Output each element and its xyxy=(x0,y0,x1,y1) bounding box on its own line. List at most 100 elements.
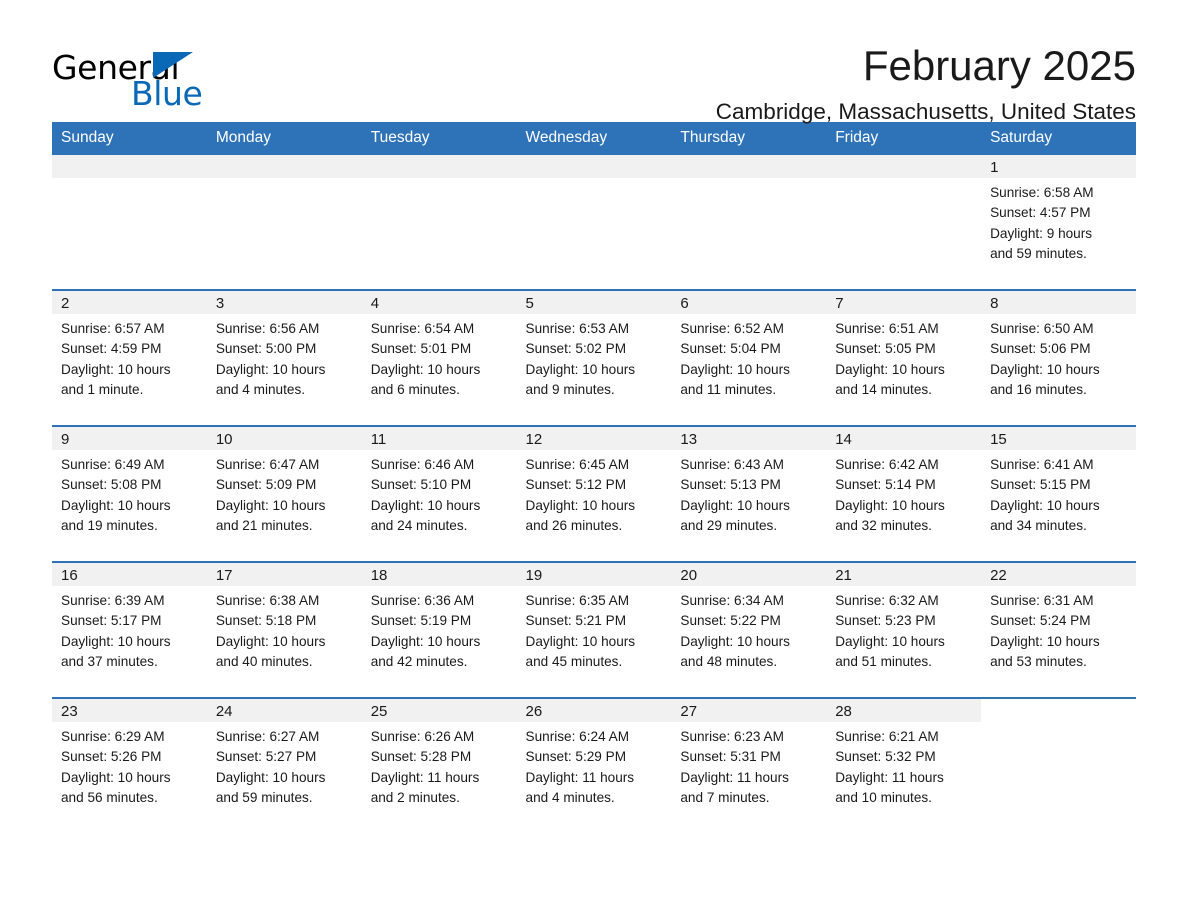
calendar-empty-cell xyxy=(516,155,672,290)
sunset-time: Sunset: 5:14 PM xyxy=(835,477,936,493)
daylight-duration-line2: and 26 minutes. xyxy=(525,517,623,533)
calendar-day-cell[interactable]: 8 Sunrise: 6:50 AM Sunset: 5:06 PM Daylight… xyxy=(981,289,1136,426)
sunrise-time: Sunrise: 6:34 AM xyxy=(680,593,784,608)
daylight-duration-line2: and 6 minutes. xyxy=(370,381,460,397)
day-number: 8 xyxy=(981,291,1136,314)
day-cell-content: 7 Sunrise: 6:51 AM Sunset: 5:05 PM Daylight… xyxy=(826,291,982,425)
sunrise-time: Sunrise: 6:36 AM xyxy=(370,593,475,608)
page-title: February 2025 xyxy=(862,42,1136,89)
calendar-day-cell[interactable]: 21 Sunrise: 6:32 AM Sunset: 5:23 PM Dayligh… xyxy=(826,561,982,698)
calendar-day-cell[interactable]: 19 Sunrise: 6:35 AM Sunset: 5:21 PM Dayligh… xyxy=(516,561,672,698)
sunset-time: Sunset: 5:08 PM xyxy=(61,477,162,493)
calendar-day-cell[interactable]: 12 Sunrise: 6:45 AM Sunset: 5:12 PM Dayligh… xyxy=(516,425,672,562)
calendar-day-cell[interactable]: 1 Sunrise: 6:58 AM Sunset: 4:57 PM Daylight… xyxy=(981,155,1136,290)
day-cell-content: 15 Sunrise: 6:41 AM Sunset: 5:15 PM Dayligh… xyxy=(981,427,1136,561)
day-sun-info: Sunrise: 6:57 AM Sunset: 4:59 PM Daylight:… xyxy=(52,314,207,400)
calendar-day-cell[interactable]: 2 Sunrise: 6:57 AM Sunset: 4:59 PM Daylight… xyxy=(52,289,207,426)
day-number: 15 xyxy=(981,427,1136,450)
day-cell-content: 5 Sunrise: 6:53 AM Sunset: 5:02 PM Daylight… xyxy=(516,291,672,425)
calendar-day-cell[interactable]: 27 Sunrise: 6:23 AM Sunset: 5:31 PM Dayligh… xyxy=(671,697,827,833)
daylight-duration-line2: and 37 minutes. xyxy=(61,653,158,669)
daylight-duration-line2: and 59 minutes. xyxy=(990,245,1087,261)
daylight-duration-line1: Daylight: 10 hours xyxy=(990,497,1100,513)
daylight-duration-line1: Daylight: 10 hours xyxy=(525,633,636,649)
daylight-duration-line2: and 7 minutes. xyxy=(680,789,770,805)
calendar-day-cell[interactable]: 11 Sunrise: 6:46 AM Sunset: 5:10 PM Dayligh… xyxy=(361,425,517,562)
page-subtitle: Cambridge, Massachusetts, United States xyxy=(715,98,1136,124)
day-number: 27 xyxy=(671,699,827,722)
calendar-day-cell[interactable]: 28 Sunrise: 6:21 AM Sunset: 5:32 PM Dayligh… xyxy=(826,697,982,833)
calendar-empty-cell xyxy=(52,155,207,290)
day-number: 19 xyxy=(516,563,672,586)
calendar-day-cell[interactable]: 13 Sunrise: 6:43 AM Sunset: 5:13 PM Dayligh… xyxy=(671,425,827,562)
sunrise-time: Sunrise: 6:42 AM xyxy=(835,457,939,472)
calendar-week-row: 23 Sunrise: 6:29 AM Sunset: 5:26 PM Dayligh… xyxy=(52,697,1136,833)
sunrise-time: Sunrise: 6:50 AM xyxy=(990,321,1094,336)
calendar-day-cell[interactable]: 25 Sunrise: 6:26 AM Sunset: 5:28 PM Dayligh… xyxy=(361,697,517,833)
daylight-duration-line1: Daylight: 10 hours xyxy=(215,361,326,377)
day-cell-content: 16 Sunrise: 6:39 AM Sunset: 5:17 PM Dayligh… xyxy=(52,563,207,697)
sunrise-time: Sunrise: 6:26 AM xyxy=(370,729,475,744)
sunset-time: Sunset: 5:13 PM xyxy=(680,477,781,493)
calendar-day-cell[interactable]: 26 Sunrise: 6:24 AM Sunset: 5:29 PM Dayligh… xyxy=(516,697,672,833)
daylight-duration-line1: Daylight: 10 hours xyxy=(370,497,481,513)
day-number: 18 xyxy=(361,563,517,586)
daylight-duration-line2: and 4 minutes. xyxy=(525,789,615,805)
day-cell-content xyxy=(206,155,362,289)
calendar-day-cell[interactable]: 9 Sunrise: 6:49 AM Sunset: 5:08 PM Daylight… xyxy=(52,425,207,562)
day-number: 13 xyxy=(671,427,827,450)
daylight-duration-line2: and 40 minutes. xyxy=(215,653,313,669)
day-sun-info: Sunrise: 6:42 AM Sunset: 5:14 PM Daylight:… xyxy=(826,450,981,536)
sunset-time: Sunset: 5:24 PM xyxy=(990,613,1091,629)
daylight-duration-line1: Daylight: 10 hours xyxy=(835,633,945,649)
daylight-duration-line1: Daylight: 10 hours xyxy=(525,497,636,513)
day-number: 1 xyxy=(981,155,1136,178)
calendar-day-cell[interactable]: 17 Sunrise: 6:38 AM Sunset: 5:18 PM Dayligh… xyxy=(206,561,362,698)
sunset-time: Sunset: 5:10 PM xyxy=(370,477,472,493)
calendar-day-cell[interactable]: 20 Sunrise: 6:34 AM Sunset: 5:22 PM Dayligh… xyxy=(671,561,827,698)
calendar-day-cell[interactable]: 5 Sunrise: 6:53 AM Sunset: 5:02 PM Daylight… xyxy=(516,289,672,426)
day-cell-content: 21 Sunrise: 6:32 AM Sunset: 5:23 PM Dayligh… xyxy=(826,563,982,697)
day-number xyxy=(516,155,672,178)
calendar-day-cell[interactable]: 14 Sunrise: 6:42 AM Sunset: 5:14 PM Dayligh… xyxy=(826,425,982,562)
calendar-day-cell[interactable]: 16 Sunrise: 6:39 AM Sunset: 5:17 PM Dayligh… xyxy=(52,561,207,698)
day-number: 14 xyxy=(826,427,982,450)
daylight-duration-line2: and 4 minutes. xyxy=(215,381,306,397)
calendar-day-cell[interactable]: 15 Sunrise: 6:41 AM Sunset: 5:15 PM Dayligh… xyxy=(981,425,1136,562)
daylight-duration-line2: and 45 minutes. xyxy=(525,653,623,669)
sunset-time: Sunset: 5:04 PM xyxy=(680,341,781,357)
daylight-duration-line2: and 11 minutes. xyxy=(680,381,777,397)
logo-text-blue: Blue xyxy=(131,74,203,113)
calendar-day-cell[interactable]: 3 Sunrise: 6:56 AM Sunset: 5:00 PM Daylight… xyxy=(206,289,362,426)
daylight-duration-line2: and 59 minutes. xyxy=(215,789,313,805)
calendar-day-cell[interactable]: 22 Sunrise: 6:31 AM Sunset: 5:24 PM Dayligh… xyxy=(981,561,1136,698)
weekday-header-saturday: Saturday xyxy=(981,122,1136,155)
day-number: 7 xyxy=(826,291,982,314)
day-number: 20 xyxy=(671,563,827,586)
day-cell-content: 10 Sunrise: 6:47 AM Sunset: 5:09 PM Dayligh… xyxy=(206,427,362,561)
sunset-time: Sunset: 5:05 PM xyxy=(835,341,936,357)
calendar-day-cell[interactable]: 24 Sunrise: 6:27 AM Sunset: 5:27 PM Dayligh… xyxy=(206,697,362,833)
calendar-day-cell[interactable]: 10 Sunrise: 6:47 AM Sunset: 5:09 PM Dayligh… xyxy=(206,425,362,562)
daylight-duration-line2: and 19 minutes. xyxy=(61,517,158,533)
sunrise-time: Sunrise: 6:43 AM xyxy=(680,457,784,472)
day-sun-info: Sunrise: 6:39 AM Sunset: 5:17 PM Daylight:… xyxy=(52,586,207,672)
calendar-week-row: 1 Sunrise: 6:58 AM Sunset: 4:57 PM Daylight… xyxy=(52,155,1136,290)
sunset-time: Sunset: 5:32 PM xyxy=(835,749,936,765)
sunrise-time: Sunrise: 6:46 AM xyxy=(370,457,475,472)
daylight-duration-line2: and 16 minutes. xyxy=(990,381,1087,397)
daylight-duration-line1: Daylight: 9 hours xyxy=(990,225,1093,241)
calendar-day-cell[interactable]: 18 Sunrise: 6:36 AM Sunset: 5:19 PM Dayligh… xyxy=(361,561,517,698)
sunset-time: Sunset: 4:59 PM xyxy=(61,341,162,357)
calendar-day-cell[interactable]: 7 Sunrise: 6:51 AM Sunset: 5:05 PM Daylight… xyxy=(826,289,982,426)
day-number xyxy=(671,155,827,178)
day-sun-info: Sunrise: 6:23 AM Sunset: 5:31 PM Daylight:… xyxy=(671,722,826,808)
calendar-day-cell[interactable]: 23 Sunrise: 6:29 AM Sunset: 5:26 PM Dayligh… xyxy=(52,697,207,833)
general-blue-logo: General Blue xyxy=(52,44,203,113)
sunset-time: Sunset: 5:00 PM xyxy=(215,341,317,357)
calendar-day-cell[interactable]: 4 Sunrise: 6:54 AM Sunset: 5:01 PM Daylight… xyxy=(361,289,517,426)
day-number: 24 xyxy=(206,699,362,722)
day-number: 2 xyxy=(52,291,207,314)
sunrise-time: Sunrise: 6:35 AM xyxy=(525,593,630,608)
calendar-day-cell[interactable]: 6 Sunrise: 6:52 AM Sunset: 5:04 PM Daylight… xyxy=(671,289,827,426)
